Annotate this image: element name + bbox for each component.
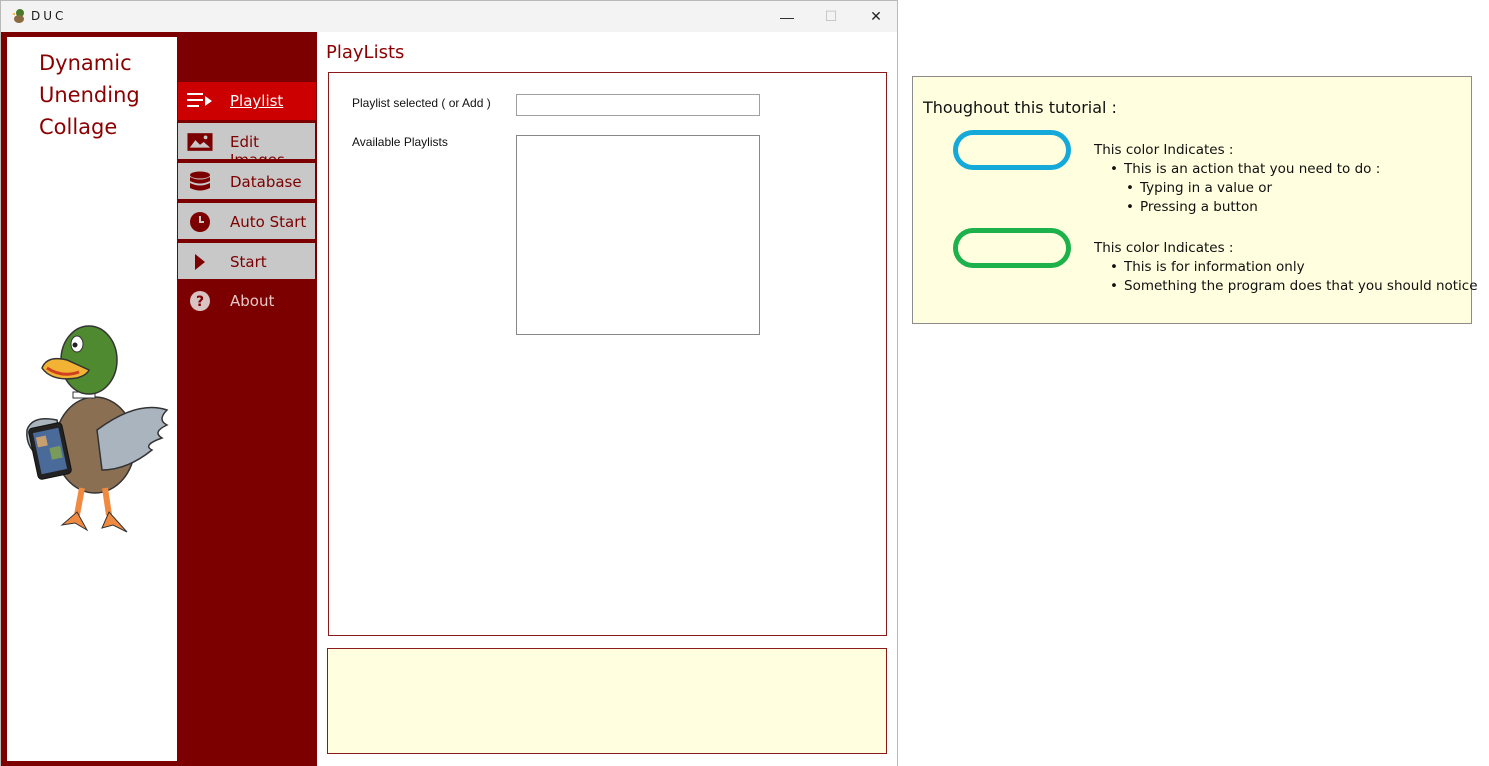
green-point2: Something the program does that you shou… bbox=[1110, 277, 1478, 296]
blue-sub1: Typing in a value or bbox=[1126, 179, 1272, 198]
nav-label-playlist: Playlist bbox=[230, 92, 284, 110]
play-icon bbox=[187, 251, 213, 273]
nav-item-database[interactable]: Database bbox=[178, 162, 316, 200]
brand-title-line2: Unending bbox=[39, 83, 140, 107]
nav-label-about: About bbox=[230, 292, 275, 310]
database-icon bbox=[187, 171, 213, 193]
nav-item-auto-start[interactable]: Auto Start bbox=[178, 202, 316, 240]
playlist-selected-label: Playlist selected ( or Add ) bbox=[352, 96, 491, 110]
close-button[interactable]: ✕ bbox=[853, 1, 897, 32]
svg-text:?: ? bbox=[196, 294, 204, 310]
nav-label-auto-start: Auto Start bbox=[230, 213, 307, 231]
app-window: DUC — ☐ ✕ Dynamic Unending Collage Playl… bbox=[0, 0, 898, 766]
image-icon bbox=[187, 131, 213, 153]
title-bar: DUC — ☐ ✕ bbox=[1, 1, 897, 32]
nav-item-edit-images[interactable]: Edit Images bbox=[178, 122, 316, 169]
nav-item-about[interactable]: ? About bbox=[178, 282, 316, 320]
client-area: Dynamic Unending Collage Playlist Edit I… bbox=[1, 32, 897, 766]
window-title: DUC bbox=[31, 9, 67, 23]
nav-item-playlist[interactable]: Playlist bbox=[178, 82, 316, 120]
brand-title-line1: Dynamic bbox=[39, 51, 132, 75]
minimize-button[interactable]: — bbox=[764, 1, 810, 32]
blue-sub2: Pressing a button bbox=[1126, 198, 1258, 217]
green-heading: This color Indicates : bbox=[1094, 240, 1234, 256]
playlist-icon bbox=[187, 90, 213, 112]
brand-panel: Dynamic Unending Collage bbox=[7, 37, 177, 761]
page-title: PlayLists bbox=[326, 42, 405, 63]
available-playlists-label: Available Playlists bbox=[352, 135, 448, 149]
nav-item-start[interactable]: Start bbox=[178, 242, 316, 280]
message-area bbox=[327, 648, 887, 754]
blue-heading: This color Indicates : bbox=[1094, 142, 1234, 158]
duck-app-icon bbox=[12, 9, 24, 23]
nav-label-database: Database bbox=[230, 173, 302, 191]
content-area: PlayLists Playlist selected ( or Add ) A… bbox=[317, 32, 897, 766]
maximize-button[interactable]: ☐ bbox=[808, 1, 854, 32]
brand-title-line3: Collage bbox=[39, 115, 118, 139]
playlist-panel: Playlist selected ( or Add ) Available P… bbox=[328, 72, 887, 636]
action-color-swatch bbox=[953, 130, 1071, 170]
legend-title: Thoughout this tutorial : bbox=[923, 98, 1117, 117]
tutorial-legend: Thoughout this tutorial : This color Ind… bbox=[912, 76, 1478, 324]
duck-mascot-image bbox=[26, 325, 169, 533]
info-color-swatch bbox=[953, 228, 1071, 268]
blue-point: This is an action that you need to do : bbox=[1110, 160, 1380, 179]
side-navigation: Playlist Edit Images Database Auto Start… bbox=[178, 82, 316, 322]
clock-icon bbox=[187, 211, 213, 233]
help-icon: ? bbox=[187, 290, 213, 312]
nav-label-start: Start bbox=[230, 253, 267, 271]
playlist-selected-input[interactable] bbox=[516, 94, 760, 116]
available-playlists-list[interactable] bbox=[516, 135, 760, 335]
green-point1: This is for information only bbox=[1110, 258, 1305, 277]
